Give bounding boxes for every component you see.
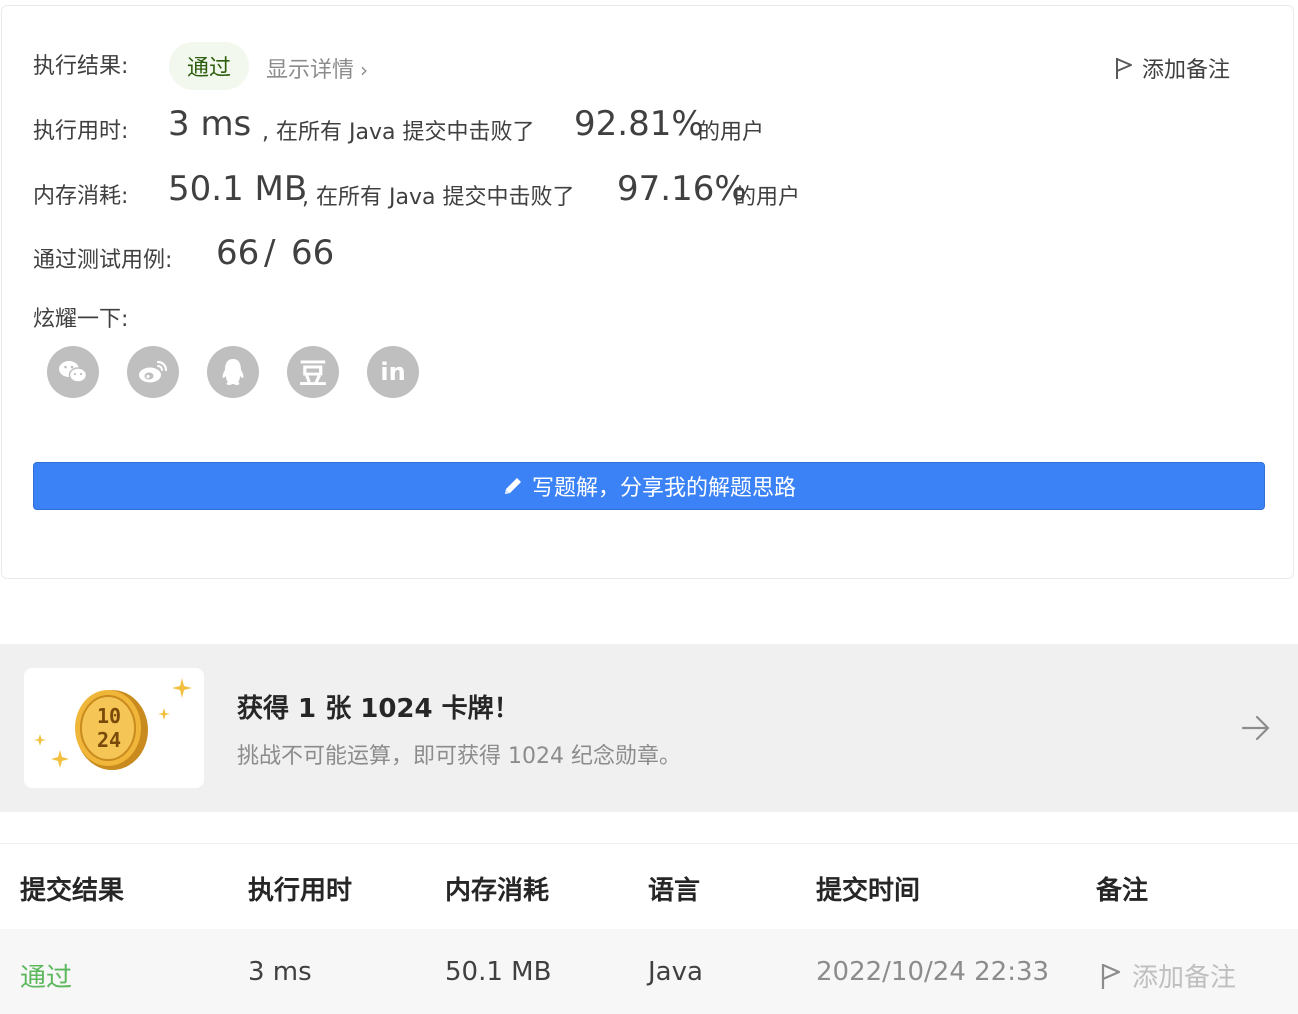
- share-label: 炫耀一下:: [33, 307, 129, 332]
- weibo-share-button[interactable]: [127, 346, 179, 398]
- qq-icon: [222, 359, 244, 385]
- testcases-total: 66: [291, 233, 335, 273]
- submissions-table: 提交结果 执行用时 内存消耗 语言 提交时间 备注 通过 3 ms 50.1 M…: [0, 843, 1298, 1014]
- memory-text-before: , 在所有 Java 提交中击败了: [302, 185, 575, 210]
- header-memory: 内存消耗: [445, 876, 550, 906]
- weibo-icon: [139, 360, 168, 383]
- flag-icon: [1101, 963, 1121, 989]
- testcases-passed: 66: [216, 233, 260, 273]
- show-details-label: 显示详情: [266, 58, 355, 83]
- linkedin-icon: in: [380, 358, 406, 386]
- row-add-note-button[interactable]: 添加备注: [1100, 957, 1236, 994]
- douban-icon: 豆: [298, 357, 327, 390]
- linkedin-share-button[interactable]: in: [367, 346, 419, 398]
- flag-icon: [1116, 58, 1132, 79]
- table-row[interactable]: 通过 3 ms 50.1 MB Java 2022/10/24 22:33 添加…: [0, 929, 1298, 1014]
- coin-text-top: 10: [96, 704, 122, 728]
- header-result: 提交结果: [20, 876, 125, 906]
- runtime-percent: 92.81%: [574, 104, 704, 144]
- wechat-icon: [59, 361, 88, 383]
- arrow-right-icon[interactable]: [1240, 714, 1272, 746]
- testcases-separator: /: [264, 233, 276, 273]
- pencil-icon: [504, 478, 521, 494]
- status-badge: 通过: [169, 42, 249, 90]
- result-label: 执行结果:: [33, 54, 129, 79]
- row-add-note-label: 添加备注: [1132, 963, 1237, 993]
- chevron-right-icon: ›: [360, 58, 369, 82]
- runtime-text-after: 的用户: [698, 120, 765, 145]
- row-runtime: 3 ms: [248, 957, 312, 987]
- runtime-text-before: , 在所有 Java 提交中击败了: [262, 120, 535, 145]
- row-language: Java: [648, 957, 703, 987]
- row-time: 2022/10/24 22:33: [816, 957, 1050, 987]
- add-note-button[interactable]: 添加备注: [1114, 52, 1230, 84]
- banner-subtitle: 挑战不可能运算，即可获得 1024 纪念勋章。: [237, 744, 681, 769]
- banner-title: 获得 1 张 1024 卡牌！: [237, 694, 520, 724]
- qq-share-button[interactable]: [207, 346, 259, 398]
- memory-text-after: 的用户: [734, 185, 801, 210]
- header-time: 提交时间: [816, 876, 921, 906]
- runtime-label: 执行用时:: [33, 119, 129, 144]
- header-language: 语言: [648, 876, 701, 906]
- runtime-value: 3 ms: [168, 104, 252, 144]
- memory-value: 50.1 MB: [168, 169, 308, 209]
- douban-share-button[interactable]: 豆: [287, 346, 339, 398]
- card-reward-banner[interactable]: 10 24 获得 1 张 1024 卡牌！ 挑战不可能运算，即可获得 1024 …: [0, 644, 1298, 812]
- memory-label: 内存消耗:: [33, 184, 129, 209]
- add-note-label: 添加备注: [1142, 58, 1231, 83]
- table-header: 提交结果 执行用时 内存消耗 语言 提交时间 备注: [0, 843, 1298, 930]
- header-note: 备注: [1096, 876, 1149, 906]
- row-result-link[interactable]: 通过: [20, 957, 72, 994]
- wechat-share-button[interactable]: [47, 346, 99, 398]
- coin-badge: 10 24: [24, 668, 204, 788]
- write-solution-label: 写题解，分享我的解题思路: [531, 476, 796, 501]
- write-solution-button[interactable]: 写题解，分享我的解题思路: [33, 462, 1265, 510]
- result-card: 执行结果: 通过 显示详情 › 添加备注 执行用时: 3 ms , 在所有 Jav…: [1, 5, 1294, 579]
- header-runtime: 执行用时: [248, 876, 353, 906]
- show-details-link[interactable]: 显示详情 ›: [266, 52, 368, 84]
- coin-text-bottom: 24: [96, 728, 122, 752]
- memory-percent: 97.16%: [617, 169, 747, 209]
- testcases-label: 通过测试用例:: [33, 248, 173, 273]
- row-memory: 50.1 MB: [445, 957, 552, 987]
